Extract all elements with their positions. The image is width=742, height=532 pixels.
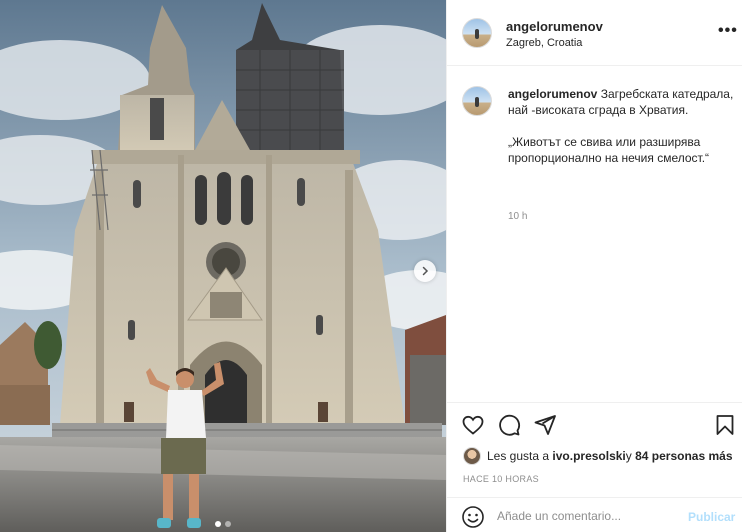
likes-count[interactable]: 84 personas más [635,449,732,463]
chevron-right-icon [422,266,429,276]
post-photo[interactable] [0,0,446,532]
paper-plane-icon[interactable] [533,413,557,437]
carousel-next-button[interactable] [414,260,436,282]
caption-line-2: „Животът се свива или разширява пропорци… [508,135,710,165]
caption-section: angelorumenov Загребската катедрала, най… [447,66,742,402]
bookmark-icon[interactable] [713,413,737,437]
caption-time: 10 h [508,211,528,222]
comment-bar: Publicar [447,497,742,532]
liker-username[interactable]: ivo.presolski [552,449,625,463]
caption-username[interactable]: angelorumenov [508,87,597,101]
comment-icon[interactable] [497,413,521,437]
post-timestamp[interactable]: HACE 10 HORAS [463,474,539,484]
likes-summary: Les gusta a ivo.presolski y 84 personas … [463,447,733,465]
carousel-dot [225,521,231,527]
caption-text: angelorumenov Загребската катедрала, най… [508,86,736,182]
post-side-panel: angelorumenov Zagreb, Croatia ••• angelo… [446,0,742,532]
caption-avatar[interactable] [462,86,492,116]
likes-prefix: Les gusta a [487,449,550,463]
publish-button[interactable]: Publicar [688,510,735,524]
heart-icon[interactable] [461,413,485,437]
avatar[interactable] [462,18,492,48]
post-actions: Les gusta a ivo.presolski y 84 personas … [447,402,742,492]
cathedral-photo [0,0,446,532]
carousel-dot-active [215,521,221,527]
carousel-indicator [0,521,446,527]
post-header: angelorumenov Zagreb, Croatia ••• [447,0,742,66]
post-location[interactable]: Zagreb, Croatia [506,37,582,49]
liker-avatar[interactable] [463,447,481,465]
likes-middle: y [625,449,632,463]
smiley-icon[interactable] [461,505,485,529]
comment-input[interactable] [497,505,677,527]
more-horizontal-icon[interactable]: ••• [718,23,738,39]
post-author-username[interactable]: angelorumenov [506,19,603,34]
